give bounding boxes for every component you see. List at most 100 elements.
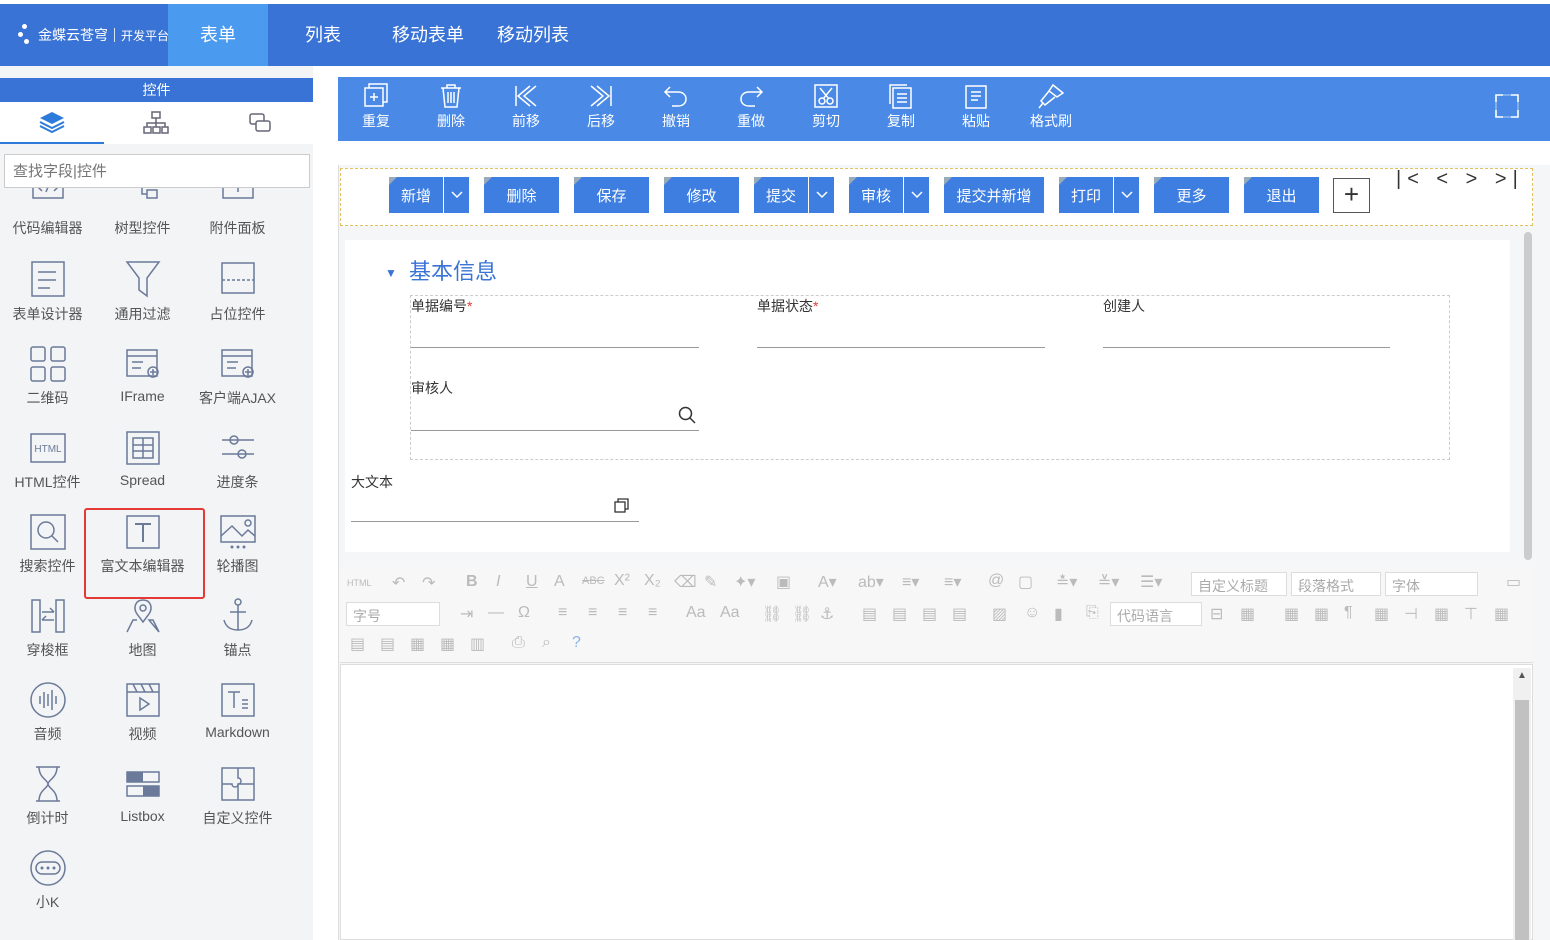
paste-text-icon[interactable]: ▣ [776,572,791,592]
media-icon[interactable]: ▮ [1054,604,1063,624]
strikethrough-icon[interactable]: ABC [582,575,605,587]
toolbar-move-back-button[interactable]: 后移 [571,77,631,141]
lowercase-icon[interactable]: Aa [720,604,740,622]
insert-row-icon[interactable]: ▦ [1374,604,1389,624]
control-progress[interactable]: 进度条 [190,428,285,512]
indent-icon[interactable]: ⇥ [460,604,473,624]
font-border-icon[interactable]: A [554,573,565,591]
line-height-icon[interactable]: ☰▾ [1140,572,1162,592]
auto-format-icon[interactable]: ✦▾ [734,572,755,592]
control-chatbot[interactable]: 小K [0,848,95,932]
delete-col-icon[interactable]: ⊤ [1464,604,1478,624]
template-icon[interactable]: ▦ [1240,604,1255,624]
chevron-down-icon[interactable] [808,177,834,213]
toolbar-redo-button[interactable]: 重做 [721,77,781,141]
font-family-select[interactable]: 字体 [1385,572,1478,596]
control-video[interactable]: 视频 [95,680,190,764]
merge-cells-icon[interactable]: ▦ [1494,604,1509,624]
control-tree-control[interactable]: 树型控件 [95,188,190,258]
merge-right-icon[interactable]: ▤ [350,634,365,654]
help-icon[interactable]: ? [572,634,581,652]
align-justify-icon[interactable]: ≡ [648,604,657,622]
image-none-icon[interactable]: ▤ [952,604,967,624]
tree-icon[interactable] [104,102,208,144]
section-header[interactable]: ▼ 基本信息 [385,254,497,286]
toolbar-duplicate-button[interactable]: 重复 [346,77,406,141]
format-brush-icon[interactable]: ✎ [704,572,717,592]
page-icon[interactable]: ▢ [1018,572,1033,592]
toolbar-cut-button[interactable]: 剪切 [796,77,856,141]
italic-icon[interactable]: I [496,573,500,591]
control-code-editor[interactable]: 代码编辑器 [0,188,95,258]
tab-form[interactable]: 表单 [168,4,268,66]
print-icon[interactable]: ⎙ [512,634,525,652]
undo-icon[interactable]: ↶ [392,573,405,593]
form-btn-3[interactable]: 修改 [664,177,739,213]
pager[interactable]: |< < > >| [1396,168,1524,191]
control-hourglass[interactable]: 倒计时 [0,764,95,848]
superscript-icon[interactable]: X² [614,572,630,590]
insert-col-icon[interactable]: ▦ [1434,604,1449,624]
search-replace-icon[interactable]: ⌕ [542,634,551,652]
bill-status-input[interactable] [757,347,1045,348]
ordered-list-icon[interactable]: ≡▾ [902,572,919,592]
unordered-list-icon[interactable]: ≡▾ [944,572,961,592]
font-color-icon[interactable]: A▾ [818,572,837,592]
toolbar-paste-button[interactable]: 粘贴 [946,77,1006,141]
redo-icon[interactable]: ↷ [422,573,435,593]
attachment-icon[interactable]: ⎘ [1086,604,1099,622]
delete-table-icon[interactable]: ▦ [1314,604,1329,624]
insert-paragraph-icon[interactable]: ¶ [1344,604,1353,622]
split-rows-icon[interactable]: ▦ [440,634,455,654]
split-cols-icon[interactable]: ▥ [470,634,485,654]
image-left-icon[interactable]: ▤ [862,604,877,624]
form-btn-8[interactable]: 更多 [1154,177,1229,213]
bill-no-input[interactable] [411,347,699,348]
control-html[interactable]: HTML HTML控件 [0,428,95,512]
control-ajax[interactable]: 客户端AJAX [190,344,285,428]
tab-list[interactable]: 列表 [285,4,361,66]
control-audio[interactable]: 音频 [0,680,95,764]
control-qrcode[interactable]: 二维码 [0,344,95,428]
image-center-icon[interactable]: ▤ [922,604,937,624]
horizontal-line-icon[interactable]: — [488,604,504,622]
auditor-input[interactable] [411,430,699,431]
toolbar-format-brush-button[interactable]: 格式刷 [1021,77,1081,141]
control-placeholder[interactable]: 占位控件 [190,260,285,344]
chevron-down-icon[interactable] [443,177,469,213]
chevron-down-icon[interactable] [1113,177,1139,213]
preview-icon[interactable]: ▭ [1506,572,1521,592]
add-button[interactable]: + [1333,178,1370,213]
form-scrollbar[interactable] [1524,232,1532,560]
custom-title-select[interactable]: 自定义标题 [1191,572,1287,596]
subscript-icon[interactable]: X₂ [644,572,661,590]
font-size-select[interactable]: 字号 [346,602,440,626]
editor-scrollbar[interactable]: ▲ [1513,668,1531,940]
insert-image-icon[interactable]: ▨ [992,604,1007,624]
merge-down-icon[interactable]: ▤ [380,634,395,654]
form-btn-2[interactable]: 保存 [574,177,649,213]
underline-icon[interactable]: U [526,573,538,591]
scroll-up-icon[interactable]: ▲ [1517,670,1527,681]
toolbar-trash-button[interactable]: 删除 [421,77,481,141]
control-spread[interactable]: Spread [95,428,190,512]
tab-mobile-form[interactable]: 移动表单 [385,4,471,66]
bold-icon[interactable]: B [466,573,478,591]
control-attachment-panel[interactable]: 附件面板 [190,188,285,258]
split-cells-icon[interactable]: ▦ [410,634,425,654]
align-right-icon[interactable]: ≡ [618,604,627,622]
delete-row-icon[interactable]: ⊣ [1404,604,1418,624]
control-form-designer[interactable]: 表单设计器 [0,260,95,344]
page-break-icon[interactable]: ⊟ [1210,604,1223,624]
bigtext-input[interactable] [351,521,639,522]
code-language-select[interactable]: 代码语言 [1110,602,1202,626]
align-center-icon[interactable]: ≡ [588,604,597,622]
control-anchor[interactable]: 锚点 [190,596,285,680]
control-listbox[interactable]: Listbox [95,764,190,848]
expand-icon[interactable] [614,498,630,514]
copy-icon[interactable] [208,102,312,144]
control-search-input[interactable] [4,154,310,188]
chevron-down-icon[interactable] [903,177,929,213]
form-btn-9[interactable]: 退出 [1244,177,1319,213]
link-icon[interactable]: ⛓ [762,604,782,624]
